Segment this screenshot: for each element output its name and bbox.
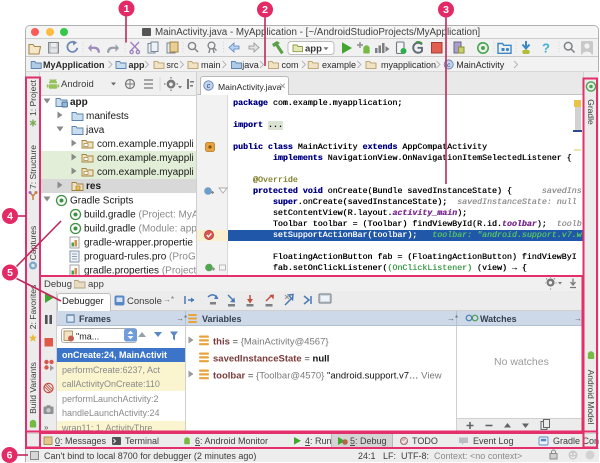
svg-text:6: 6 [7,450,13,462]
svg-text:3: 3 [443,4,449,16]
svg-text:5: 5 [7,267,13,279]
svg-text:4: 4 [7,211,13,223]
svg-text:2: 2 [262,4,268,16]
svg-text:1: 1 [124,3,130,15]
